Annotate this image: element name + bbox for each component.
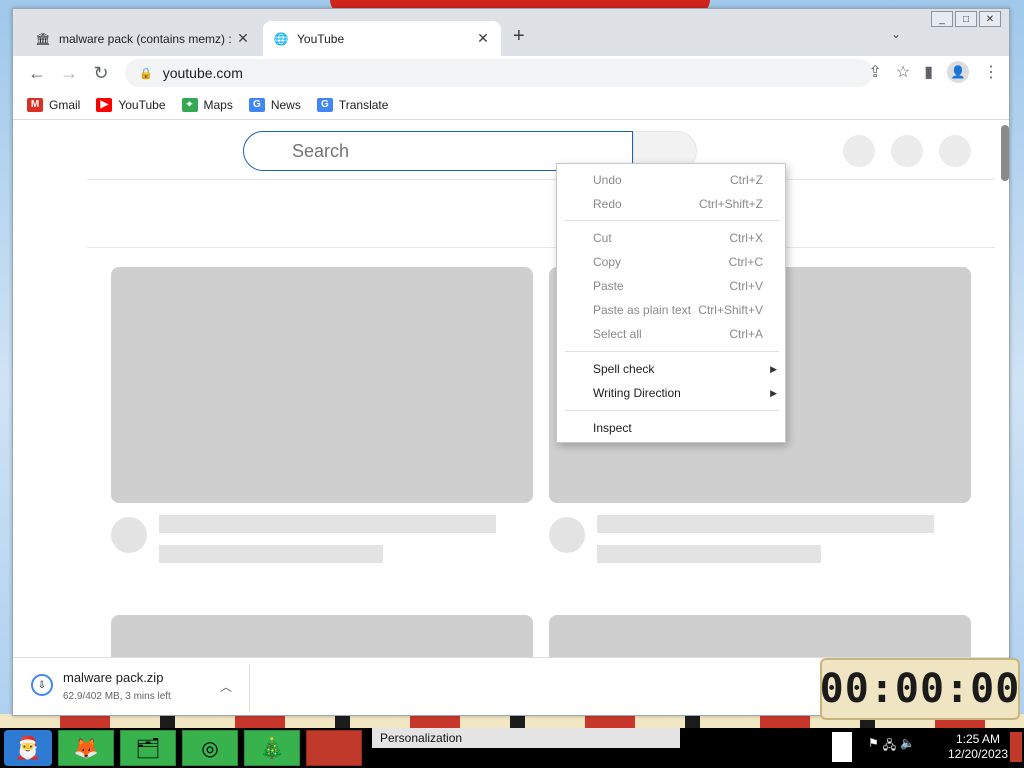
placeholder-icon (939, 135, 971, 167)
close-icon[interactable]: ✕ (475, 30, 491, 47)
explorer-icon[interactable]: 🗂 (120, 730, 176, 766)
meta-placeholder (159, 545, 383, 563)
window-controls: _ □ ✕ (931, 11, 1001, 27)
clock-time: 1:25 AM (955, 732, 1000, 746)
zip-file-icon: ⇩ (31, 674, 53, 696)
menu-item-cut[interactable]: Cut Ctrl+X (557, 226, 785, 250)
tab-search-button[interactable]: ⌄ (891, 27, 901, 41)
bookmark-label: Translate (338, 97, 389, 112)
bookmark-label: YouTube (118, 97, 166, 112)
maps-icon: ⌖ (181, 97, 198, 112)
share-icon[interactable]: ⇪ (868, 62, 881, 82)
flag-icon[interactable]: ⚑ (868, 736, 879, 757)
placeholder-icon (891, 135, 923, 167)
globe-icon: 🌐 (273, 31, 289, 46)
bookmark-star-icon[interactable]: ☆ (896, 62, 910, 82)
menu-item-redo[interactable]: Redo Ctrl+Shift+Z (557, 192, 785, 216)
bookmark-youtube[interactable]: ▶ YouTube (96, 97, 166, 112)
bookmark-gmail[interactable]: M Gmail (27, 97, 81, 112)
system-tray: ⚑ 🖧 🔈 (868, 736, 915, 757)
tab-title: malware pack (contains memz) : (59, 31, 232, 46)
forward-button[interactable]: → (53, 63, 85, 84)
bank-icon: 🏛 (35, 31, 51, 46)
tab-strip: 🏛 malware pack (contains memz) : ✕ 🌐 You… (13, 9, 1009, 56)
bookmark-label: Maps (203, 97, 233, 112)
address-bar[interactable]: 🔒 youtube.com (125, 59, 873, 87)
maximize-button[interactable]: □ (955, 11, 977, 27)
network-icon[interactable]: 🖧 (883, 736, 896, 757)
countdown-timer: 00:00:00 (820, 658, 1020, 720)
menu-separator (565, 351, 779, 352)
menu-item-paste[interactable]: Paste Ctrl+V (557, 274, 785, 298)
tab-title: YouTube (297, 31, 345, 46)
placeholder-icon (843, 135, 875, 167)
tab-youtube[interactable]: 🌐 YouTube ✕ (263, 21, 501, 56)
volume-icon[interactable]: 🔈 (900, 736, 915, 757)
menu-separator (565, 410, 779, 411)
chevron-up-icon[interactable]: ︿ (220, 678, 232, 695)
divider (87, 179, 995, 180)
divider (249, 664, 250, 712)
meta-placeholder (597, 545, 821, 563)
download-filename[interactable]: malware pack.zip (63, 670, 163, 685)
news-icon: G (248, 97, 265, 112)
gmail-icon: M (27, 97, 43, 112)
menu-item-paste-plain[interactable]: Paste as plain text Ctrl+Shift+V (557, 298, 785, 322)
start-button[interactable]: 🎅 (4, 730, 52, 766)
taskbar: 🎅 🦊 🗂 ◎ 🎄 Personalization ⚑ 🖧 🔈 1:25 AM … (0, 728, 1024, 768)
youtube-page: Search (13, 121, 1009, 675)
search-placeholder: Search (292, 140, 350, 161)
bookmark-maps[interactable]: ⌖ Maps (181, 97, 233, 112)
channel-avatar-placeholder (111, 517, 147, 553)
menu-icon[interactable]: ⋮ (983, 62, 999, 82)
new-tab-button[interactable]: + (513, 25, 525, 48)
side-panel-icon[interactable]: ▮ (924, 62, 933, 82)
menu-item-copy[interactable]: Copy Ctrl+C (557, 250, 785, 274)
chevron-right-icon: ▶ (770, 363, 777, 374)
bookmark-translate[interactable]: G Translate (316, 97, 389, 112)
lock-icon: 🔒 (139, 67, 153, 80)
firefox-icon[interactable]: 🦊 (58, 730, 114, 766)
menu-item-spell-check[interactable]: Spell check ▶ (557, 357, 785, 381)
chevron-right-icon: ▶ (770, 387, 777, 398)
menu-item-inspect[interactable]: Inspect (557, 416, 785, 440)
youtube-icon: ▶ (96, 97, 113, 112)
translate-icon: G (316, 97, 333, 112)
christmas-tree-icon[interactable]: 🎄 (244, 730, 300, 766)
menu-item-undo[interactable]: Undo Ctrl+Z (557, 168, 785, 192)
address-text: youtube.com (162, 65, 243, 81)
bookmarks-bar: M Gmail ▶ YouTube ⌖ Maps G News G Transl… (13, 90, 1009, 120)
taskbar-task-personalization[interactable]: Personalization (372, 728, 680, 748)
clock-date: 12/20/2023 (947, 747, 1008, 761)
toolbar-actions: ⇪ ☆ ▮ 👤 ⋮ (868, 61, 999, 83)
browser-toolbar: ← → ↻ 🔒 youtube.com ⇪ ☆ ▮ 👤 ⋮ (13, 56, 1009, 90)
menu-separator (565, 220, 779, 221)
bookmark-label: News (270, 97, 301, 112)
menu-item-writing-direction[interactable]: Writing Direction ▶ (557, 381, 785, 405)
close-window-button[interactable]: ✕ (979, 11, 1001, 27)
bookmark-news[interactable]: G News (248, 97, 301, 112)
close-icon[interactable]: ✕ (235, 30, 251, 47)
channel-avatar-placeholder (549, 517, 585, 553)
video-thumbnail-placeholder[interactable] (111, 267, 533, 503)
title-placeholder (597, 515, 934, 533)
system-clock[interactable]: 1:25 AM 12/20/2023 (948, 732, 1008, 762)
browser-window: 🏛 malware pack (contains memz) : ✕ 🌐 You… (12, 8, 1010, 716)
tray-placeholder (832, 732, 852, 762)
page-scrollbar[interactable] (1001, 125, 1009, 181)
show-desktop-button[interactable] (1010, 732, 1022, 762)
context-menu: Undo Ctrl+Z Redo Ctrl+Shift+Z Cut Ctrl+X Co… (556, 163, 786, 443)
minimize-button[interactable]: _ (931, 11, 953, 27)
chrome-icon[interactable]: ◎ (182, 730, 238, 766)
profile-icon[interactable]: 👤 (947, 61, 969, 83)
menu-item-select-all[interactable]: Select all Ctrl+A (557, 322, 785, 346)
taskbar-app-icon[interactable] (306, 730, 362, 766)
tab-malware-pack[interactable]: 🏛 malware pack (contains memz) : ✕ (25, 21, 261, 56)
bookmark-label: Gmail (49, 97, 81, 112)
reload-button[interactable]: ↻ (85, 63, 117, 84)
divider (87, 247, 995, 248)
back-button[interactable]: ← (21, 63, 53, 84)
title-placeholder (159, 515, 496, 533)
download-status: 62.9/402 MB, 3 mins left (63, 691, 171, 702)
